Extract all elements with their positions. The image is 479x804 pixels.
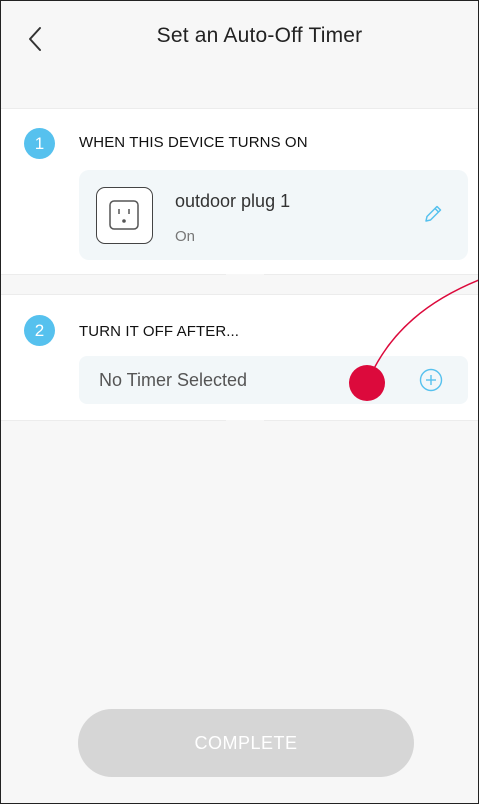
- back-button[interactable]: [22, 22, 52, 56]
- device-card[interactable]: outdoor plug 1 On: [79, 170, 468, 260]
- action-section: 2 TURN IT OFF AFTER... No Timer Selected: [0, 295, 479, 420]
- device-status: On: [175, 228, 196, 245]
- complete-button[interactable]: COMPLETE: [78, 709, 414, 777]
- step-1-label: WHEN THIS DEVICE TURNS ON: [79, 134, 308, 151]
- chevron-left-icon: [29, 27, 41, 51]
- divider: [0, 420, 226, 421]
- header: Set an Auto-Off Timer: [0, 0, 479, 82]
- page-title: Set an Auto-Off Timer: [156, 24, 363, 47]
- timer-selector[interactable]: No Timer Selected: [79, 356, 468, 404]
- step-1-badge: 1: [24, 128, 55, 159]
- trigger-section: 1 WHEN THIS DEVICE TURNS ON outdoor plug…: [0, 109, 479, 274]
- timer-placeholder: No Timer Selected: [99, 370, 248, 390]
- plus-circle-icon: [419, 368, 443, 392]
- outlet-icon: [96, 187, 153, 244]
- divider: [0, 274, 226, 275]
- add-timer-button[interactable]: [419, 368, 443, 392]
- pencil-icon: [425, 205, 442, 222]
- divider: [264, 420, 479, 421]
- edit-device-button[interactable]: [422, 203, 444, 225]
- step-2-badge: 2: [24, 315, 55, 346]
- divider: [264, 274, 479, 275]
- step-2-label: TURN IT OFF AFTER...: [79, 323, 240, 340]
- device-name: outdoor plug 1: [175, 191, 291, 211]
